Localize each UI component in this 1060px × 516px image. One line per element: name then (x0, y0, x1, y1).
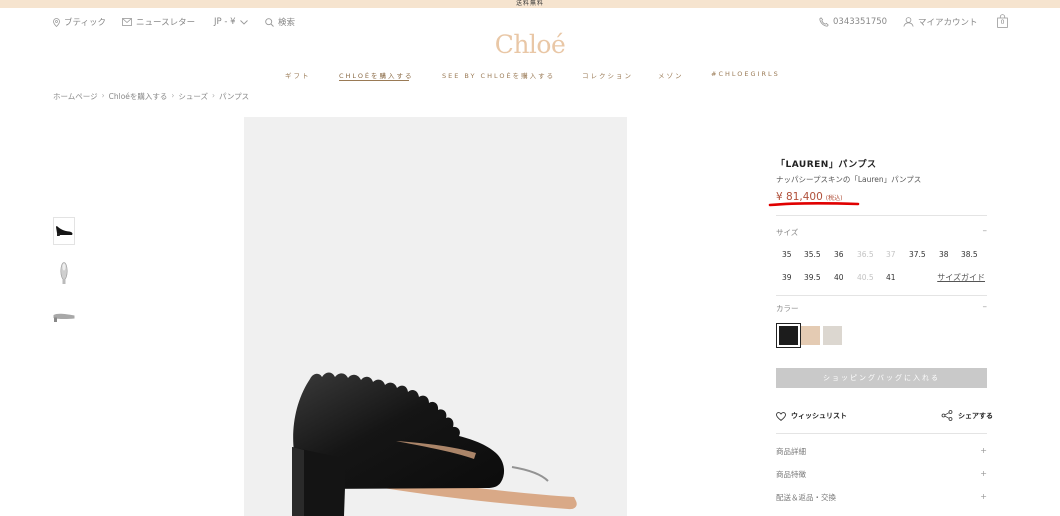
product-title: 「LAUREN」パンプス (776, 160, 877, 170)
locale-label: JP - ¥ (214, 17, 236, 27)
nav-item-maison[interactable]: メゾン (658, 70, 684, 80)
size-option[interactable]: 38.5 (961, 250, 978, 259)
shoe-top-thumbnail (60, 262, 68, 284)
thumbnail-top-view[interactable] (53, 260, 75, 288)
nav-item-shop-see-by-chloe[interactable]: SEE BY CHLOÉを購入する (442, 70, 555, 80)
accordion-product-features[interactable]: 商品特徴 + (776, 469, 987, 483)
nav-item-collection[interactable]: コレクション (582, 70, 633, 80)
newsletter-link[interactable]: ニュースレター (122, 14, 195, 30)
share-label: シェアする (958, 411, 993, 420)
user-icon (903, 17, 914, 27)
color-label: カラー (776, 304, 799, 313)
product-main-image[interactable] (244, 117, 627, 516)
breadcrumb-shoes[interactable]: シューズ (178, 91, 208, 102)
section-divider (776, 433, 987, 434)
red-underline-annotation (768, 202, 860, 207)
phone-icon (819, 17, 829, 27)
size-label: サイズ (776, 228, 799, 237)
accordion-shipping-returns[interactable]: 配送＆返品・交換 + (776, 492, 987, 506)
size-option[interactable]: 39 (782, 273, 792, 282)
nav-item-shop-chloe[interactable]: CHLOÉを購入する (339, 70, 414, 80)
size-guide-link[interactable]: サイズガイド (937, 272, 985, 283)
section-divider (776, 295, 987, 296)
size-option[interactable]: 41 (886, 273, 896, 282)
share-button[interactable]: シェアする (941, 410, 993, 421)
thumbnail-side-view[interactable] (53, 217, 75, 245)
boutique-link[interactable]: ブティック (53, 14, 106, 30)
size-option[interactable]: 37.5 (909, 250, 926, 259)
product-subtitle: ナッパシープスキンの「Lauren」パンプス (776, 175, 922, 184)
wishlist-label: ウィッシュリスト (791, 412, 847, 420)
shopping-bag-icon: 0 (997, 14, 1008, 28)
nav-item-chloegirls[interactable]: #CHLOEGIRLS (711, 70, 780, 78)
color-swatch-black[interactable] (776, 323, 801, 348)
thumbnail-sole-view[interactable] (53, 302, 75, 330)
size-option[interactable]: 36 (834, 250, 844, 259)
accordion-label: 商品特徴 (776, 470, 806, 479)
locale-selector[interactable]: JP - ¥ (214, 14, 248, 30)
breadcrumb: ホームページ › Chloéを購入する › シューズ › パンプス (53, 91, 249, 102)
size-collapse-toggle[interactable]: – (983, 226, 988, 236)
boutique-label: ブティック (64, 18, 106, 28)
newsletter-label: ニュースレター (136, 18, 196, 28)
wishlist-button[interactable]: ウィッシュリスト (776, 411, 847, 421)
bag-count: 0 (1000, 19, 1005, 26)
phone-number: 0343351750 (833, 17, 888, 27)
breadcrumb-pumps: パンプス (219, 92, 250, 101)
plus-icon: + (980, 469, 987, 478)
heart-icon (776, 411, 786, 421)
account-label: マイアカウント (918, 18, 978, 28)
shopping-bag-button[interactable]: 0 (997, 13, 1008, 29)
size-option[interactable]: 35.5 (804, 250, 821, 259)
mail-icon (122, 18, 132, 26)
breadcrumb-separator: › (101, 91, 105, 100)
plus-icon: + (980, 446, 987, 455)
breadcrumb-home[interactable]: ホームページ (53, 91, 98, 102)
share-icon (941, 410, 953, 421)
section-divider (776, 215, 987, 216)
color-swatch-light-grey[interactable] (823, 326, 842, 345)
brand-logo[interactable]: Chloé (0, 30, 1060, 59)
size-option[interactable]: 38 (939, 250, 949, 259)
color-collapse-toggle[interactable]: – (983, 302, 988, 312)
account-link[interactable]: マイアカウント (903, 14, 978, 30)
breadcrumb-separator: › (212, 91, 216, 100)
size-option[interactable]: 35 (782, 250, 792, 259)
shoe-sole-thumbnail (53, 313, 75, 322)
nav-item-gift[interactable]: ギフト (285, 70, 311, 80)
size-option[interactable]: 39.5 (804, 273, 821, 282)
chevron-down-icon (239, 19, 248, 25)
accordion-label: 商品詳細 (776, 447, 806, 456)
shipping-banner: 送料無料 (0, 0, 1060, 8)
shoe-side-thumbnail (56, 226, 73, 236)
plus-icon: + (980, 492, 987, 501)
breadcrumb-separator: › (171, 91, 175, 100)
breadcrumb-shop-chloe[interactable]: Chloéを購入する (109, 91, 168, 102)
size-option[interactable]: 40 (834, 273, 844, 282)
black-scalloped-pump-illustration (292, 372, 577, 516)
search-label: 検索 (278, 18, 296, 28)
accordion-label: 配送＆返品・交換 (776, 493, 836, 502)
color-swatch-beige[interactable] (801, 326, 820, 345)
size-option-unavailable: 36.5 (857, 250, 874, 259)
accordion-product-details[interactable]: 商品詳細 + (776, 446, 987, 460)
search-icon (265, 17, 274, 27)
phone-link[interactable]: 0343351750 (819, 14, 887, 30)
size-option-unavailable: 37 (886, 250, 896, 259)
location-pin-icon (53, 17, 60, 27)
add-to-bag-button[interactable]: ショッピングバッグに入れる (776, 368, 987, 388)
search-link[interactable]: 検索 (265, 14, 295, 30)
size-option-unavailable: 40.5 (857, 273, 874, 282)
nav-active-underline (339, 80, 409, 81)
main-nav: ギフト CHLOÉを購入する SEE BY CHLOÉを購入する コレクション … (0, 70, 1060, 84)
